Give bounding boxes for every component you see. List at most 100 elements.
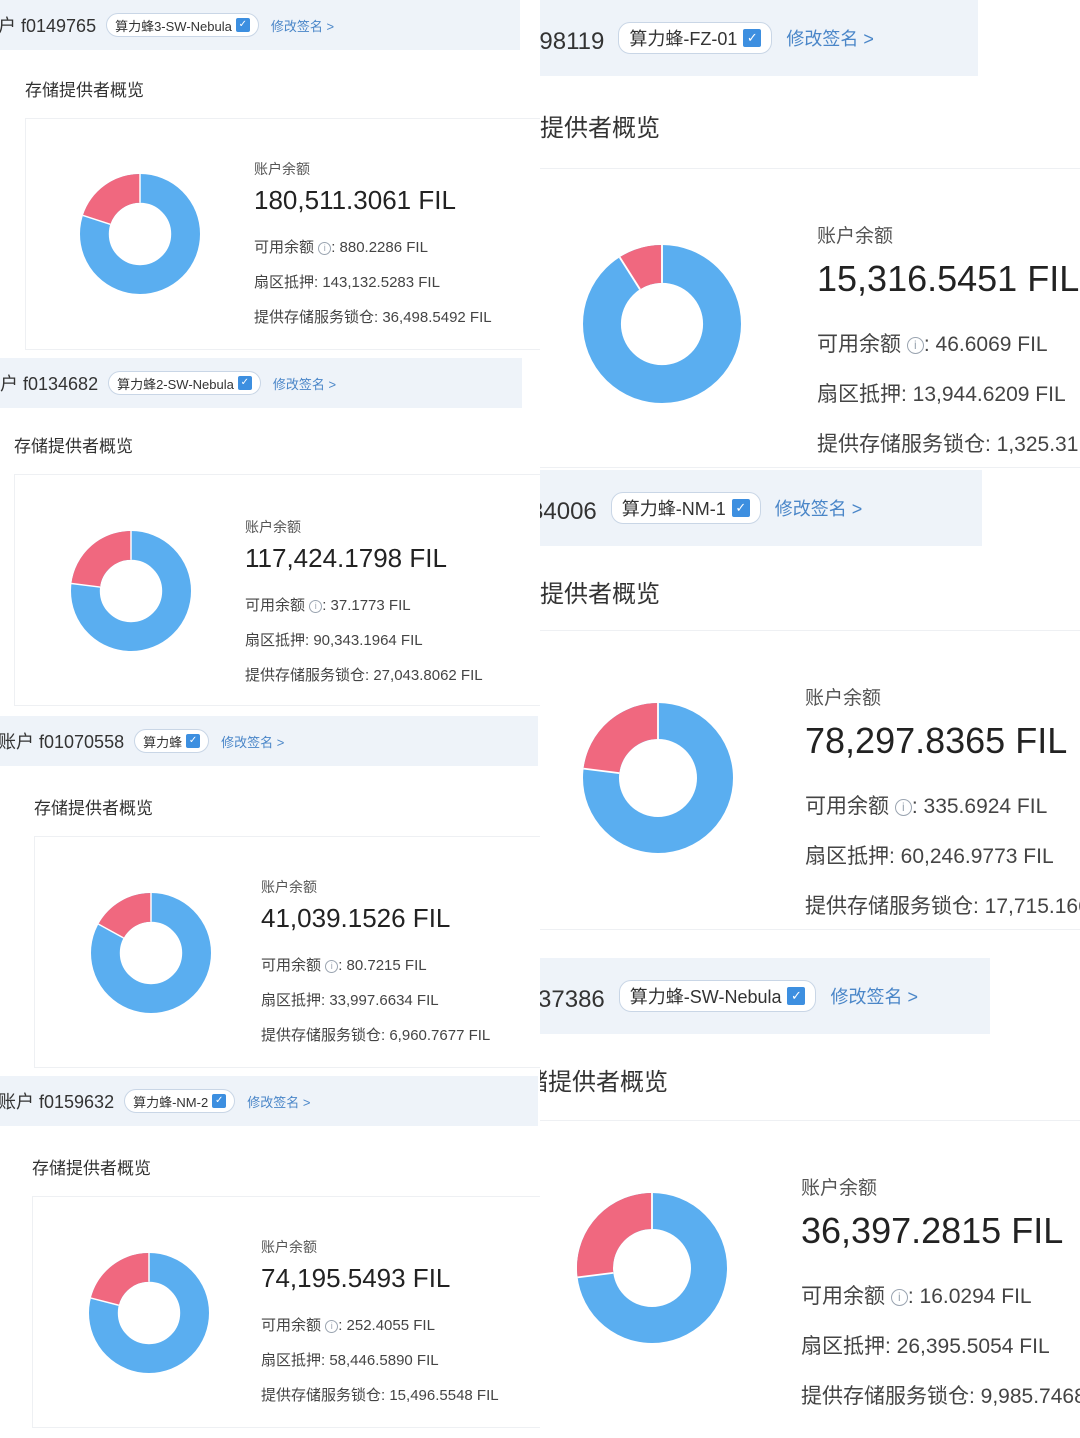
- account-panel: 账户 f0134682 算力蜂2-SW-Nebula ✓ 修改签名 > 存储提供…: [0, 358, 540, 718]
- donut-svg: [91, 893, 211, 1013]
- edit-signature-link[interactable]: 修改签名 >: [786, 25, 874, 51]
- account-panel: 账户 f0134006 算力蜂-NM-1 ✓ 修改签名 > 存储提供者概览 账户…: [540, 470, 1080, 960]
- balance-value: 41,039.1526 FIL: [261, 903, 451, 933]
- account-header: 账户 f0149765 算力蜂3-SW-Nebula ✓ 修改签名 >: [0, 0, 520, 50]
- account-tag[interactable]: 算力蜂-NM-1 ✓: [610, 492, 761, 524]
- balance-label: 账户余额: [817, 226, 894, 247]
- balance-value: 74,195.5493 FIL: [261, 1263, 451, 1293]
- available-balance: 可用余额 i: 46.6069 FIL: [817, 328, 1079, 358]
- account-header: 账户 f0137386 算力蜂-SW-Nebula ✓ 修改签名 >: [540, 958, 990, 1034]
- balance-info: 账户余额 180,511.3061 FIL 可用余额 i: 880.2286 F…: [254, 159, 492, 341]
- edit-signature-label: 修改签名: [786, 29, 859, 49]
- section-title: 存储提供者概览: [34, 799, 153, 818]
- checkbox-edit-icon: ✓: [235, 18, 250, 32]
- checkbox-edit-icon: ✓: [743, 29, 762, 47]
- available-value: : 16.0294 FIL: [907, 1285, 1032, 1308]
- edit-signature-link[interactable]: 修改签名 >: [273, 374, 336, 393]
- storage-lock: 提供存储服务锁仓: 36,498.5492 FIL: [254, 309, 492, 326]
- edit-signature-link[interactable]: 修改签名 >: [830, 983, 918, 1009]
- right-screenshot-column: 账户 f01098119 算力蜂-FZ-01 ✓ 修改签名 > 存储提供者概览 …: [540, 0, 1080, 1438]
- balance-value: 180,511.3061 FIL: [254, 185, 456, 215]
- account-header: 账户 f01098119 算力蜂-FZ-01 ✓ 修改签名 >: [540, 0, 978, 76]
- available-label: 可用余额: [261, 957, 322, 974]
- balance-label: 账户余额: [801, 1178, 878, 1199]
- edit-signature-link[interactable]: 修改签名 >: [221, 732, 284, 751]
- edit-signature-link[interactable]: 修改签名 >: [271, 16, 334, 35]
- account-id: 账户 f0149765: [0, 16, 97, 36]
- donut-svg: [71, 531, 191, 651]
- chevron-right-icon: >: [863, 29, 874, 49]
- info-circle-icon[interactable]: i: [318, 241, 332, 255]
- tag-label: 算力蜂: [143, 734, 183, 750]
- edit-signature-label: 修改签名: [272, 376, 325, 392]
- balance-donut-chart: [577, 1193, 727, 1343]
- storage-lock: 提供存储服务锁仓: 15,496.5548 FIL: [261, 1387, 499, 1404]
- balance-label: 账户余额: [261, 879, 317, 895]
- account-tag[interactable]: 算力蜂2-SW-Nebula ✓: [108, 371, 261, 395]
- storage-lock: 提供存储服务锁仓: 1,325.31: [817, 433, 1079, 456]
- balance-info: 账户余额 36,397.2815 FIL 可用余额 i: 16.0294 FIL…: [801, 1173, 1080, 1430]
- storage-lock: 提供存储服务锁仓: 27,043.8062 FIL: [245, 667, 483, 684]
- account-id: 账户 f0137386: [540, 985, 605, 1013]
- info-circle-icon[interactable]: i: [890, 1288, 908, 1306]
- available-label: 可用余额: [817, 333, 901, 356]
- account-tag[interactable]: 算力蜂-FZ-01 ✓: [618, 22, 773, 54]
- overview-card: 账户余额 41,039.1526 FIL 可用余额 i: 80.7215 FIL…: [34, 836, 540, 1068]
- account-id: 账户 f0159632: [0, 1092, 115, 1112]
- donut-svg: [577, 1193, 727, 1343]
- balance-value: 117,424.1798 FIL: [245, 543, 447, 573]
- balance-donut-chart: [583, 703, 733, 853]
- available-balance: 可用余额 i: 37.1773 FIL: [245, 594, 483, 615]
- available-balance: 可用余额 i: 335.6924 FIL: [805, 790, 1080, 820]
- edit-signature-label: 修改签名: [774, 499, 847, 519]
- info-circle-icon[interactable]: i: [894, 798, 912, 816]
- section-title: 存储提供者概览: [540, 581, 660, 608]
- available-label: 可用余额: [254, 239, 315, 256]
- balance-value: 78,297.8365 FIL: [805, 720, 1068, 761]
- account-id: 账户 f01070558: [0, 732, 125, 752]
- info-circle-icon[interactable]: i: [325, 1319, 339, 1333]
- info-circle-icon[interactable]: i: [325, 959, 339, 973]
- sector-pledge: 扇区抵押: 60,246.9773 FIL: [805, 845, 1054, 868]
- chevron-right-icon: >: [328, 376, 337, 392]
- info-circle-icon[interactable]: i: [906, 336, 924, 354]
- section-title: 存储提供者概览: [32, 1159, 151, 1178]
- edit-signature-label: 修改签名: [270, 18, 323, 34]
- balance-label: 账户余额: [245, 519, 301, 535]
- chevron-right-icon: >: [276, 734, 285, 750]
- account-tag[interactable]: 算力蜂-NM-2 ✓: [124, 1089, 236, 1113]
- account-tag[interactable]: 算力蜂 ✓: [134, 729, 210, 753]
- balance-donut-chart: [71, 531, 191, 651]
- available-value: : 335.6924 FIL: [911, 795, 1048, 818]
- tag-label: 算力蜂3-SW-Nebula: [115, 18, 232, 34]
- edit-signature-link[interactable]: 修改签名 >: [247, 1092, 310, 1111]
- available-balance: 可用余额 i: 16.0294 FIL: [801, 1280, 1080, 1310]
- sector-pledge: 扇区抵押: 13,944.6209 FIL: [817, 383, 1066, 406]
- available-label: 可用余额: [805, 795, 889, 818]
- account-tag[interactable]: 算力蜂-SW-Nebula ✓: [618, 980, 817, 1012]
- sector-pledge: 扇区抵押: 33,997.6634 FIL: [261, 992, 439, 1009]
- available-balance: 可用余额 i: 252.4055 FIL: [261, 1314, 499, 1335]
- tag-label: 算力蜂-FZ-01: [629, 29, 738, 49]
- edit-signature-link[interactable]: 修改签名 >: [775, 495, 863, 521]
- edit-signature-label: 修改签名: [830, 987, 903, 1007]
- edit-signature-label: 修改签名: [247, 1094, 300, 1110]
- donut-svg: [80, 174, 200, 294]
- balance-value: 36,397.2815 FIL: [801, 1210, 1064, 1251]
- donut-svg: [583, 245, 741, 403]
- available-value: : 252.4055 FIL: [338, 1317, 435, 1334]
- chevron-right-icon: >: [326, 18, 335, 34]
- checkbox-edit-icon: ✓: [212, 1094, 227, 1108]
- balance-value: 15,316.5451 FIL: [817, 258, 1080, 299]
- tag-label: 算力蜂-SW-Nebula: [629, 987, 782, 1007]
- account-tag[interactable]: 算力蜂3-SW-Nebula ✓: [106, 13, 259, 37]
- account-panel: 账户 f0137386 算力蜂-SW-Nebula ✓ 修改签名 > 存储提供者…: [540, 958, 1080, 1438]
- overview-card: 账户余额 78,297.8365 FIL 可用余额 i: 335.6924 FI…: [540, 630, 1080, 930]
- sector-pledge: 扇区抵押: 143,132.5283 FIL: [254, 274, 440, 291]
- balance-donut-chart: [91, 893, 211, 1013]
- balance-label: 账户余额: [254, 161, 310, 177]
- info-circle-icon[interactable]: i: [309, 599, 323, 613]
- account-id: 账户 f0134006: [540, 497, 597, 525]
- donut-svg: [89, 1253, 209, 1373]
- chevron-right-icon: >: [851, 499, 863, 519]
